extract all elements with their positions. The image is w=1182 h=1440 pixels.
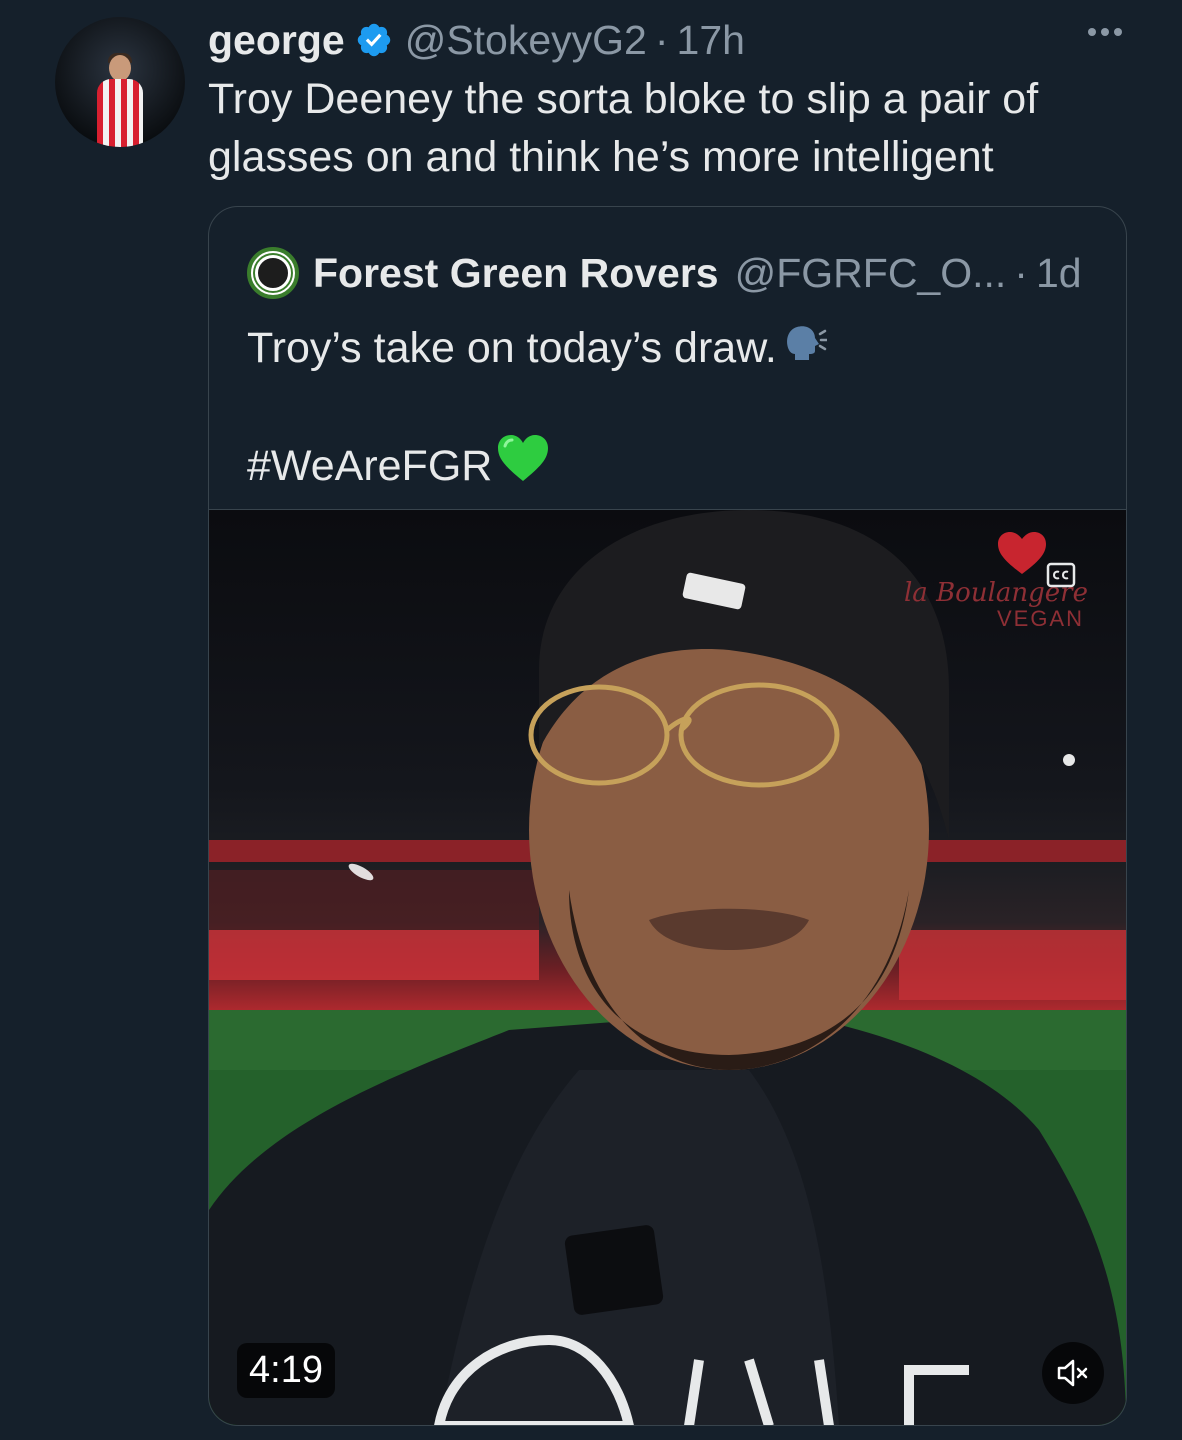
verified-badge-icon	[355, 21, 393, 59]
video-duration: 4:19	[237, 1343, 335, 1398]
hashtag-link[interactable]: #WeAreFGR	[247, 437, 492, 495]
quoted-author-name[interactable]: Forest Green Rovers	[313, 250, 719, 297]
video-frame	[209, 510, 1126, 1425]
quoted-hashtag-line: #WeAreFGR	[247, 433, 550, 498]
quoted-separator-dot: ·	[1014, 249, 1028, 296]
quoted-author-handle[interactable]: @FGRFC_O...	[735, 250, 1007, 297]
quoted-timestamp[interactable]: 1d	[1036, 250, 1082, 297]
tweet-text-line-2: glasses on and think he’s more intellige…	[208, 133, 994, 181]
watermark-heart-icon	[998, 532, 1046, 574]
tweet-text-line-1: Troy Deeney the sorta bloke to slip a pa…	[208, 75, 1039, 123]
tweet-text: Troy Deeney the sorta bloke to slip a pa…	[208, 70, 1128, 186]
closed-captions-icon[interactable]	[1046, 560, 1078, 590]
author-name[interactable]: george	[208, 17, 345, 64]
quoted-tweet-header: Forest Green Rovers @FGRFC_O... · 1d	[247, 245, 1082, 301]
author-handle[interactable]: @StokeyyG2	[405, 17, 647, 64]
watermark-sub: VEGAN	[996, 606, 1084, 631]
timestamp[interactable]: 17h	[677, 17, 745, 64]
volume-muted-icon[interactable]	[1042, 1342, 1104, 1404]
more-options-icon[interactable]	[1088, 28, 1122, 36]
club-crest-icon[interactable]	[247, 247, 299, 299]
quoted-tweet[interactable]: Forest Green Rovers @FGRFC_O... · 1d Tro…	[208, 206, 1127, 1426]
sponsor-watermark: la Boulangere VEGAN	[904, 530, 1088, 640]
video-player[interactable]: la Boulangere VEGAN 4:19	[209, 509, 1126, 1425]
quoted-tweet-text: Troy’s take on today’s draw.	[247, 319, 829, 381]
speaking-head-icon	[781, 320, 829, 381]
green-heart-icon	[496, 433, 550, 498]
separator-dot: ·	[654, 16, 669, 63]
quoted-text: Troy’s take on today’s draw.	[247, 324, 777, 372]
tweet-header: george @StokeyyG2 · 17h	[208, 12, 745, 68]
profile-avatar-icon[interactable]	[55, 17, 185, 147]
tweet[interactable]: george @StokeyyG2 · 17h Troy Deeney the …	[0, 0, 1182, 1440]
